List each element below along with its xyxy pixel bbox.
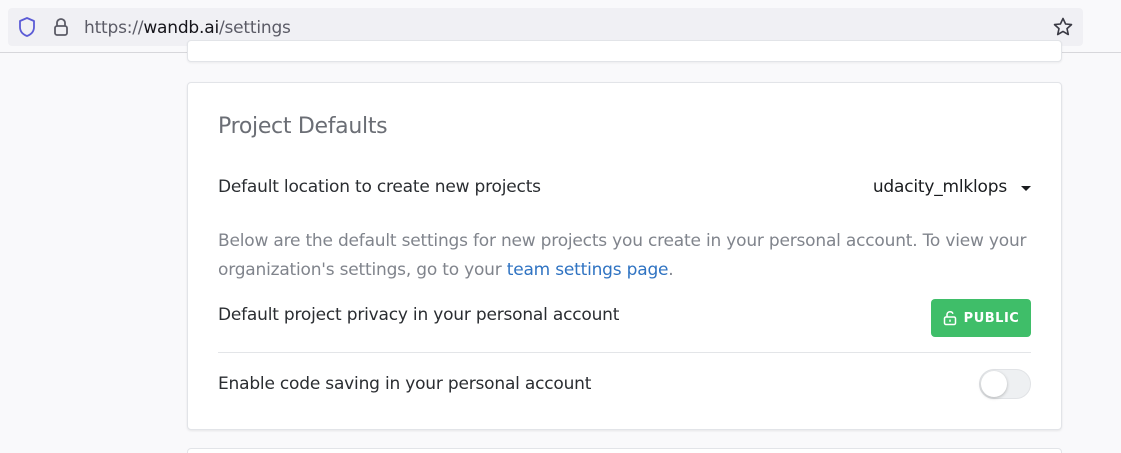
url-path: /settings — [218, 18, 291, 38]
privacy-public-button[interactable]: PUBLIC — [931, 299, 1031, 337]
caret-down-icon — [1021, 185, 1031, 191]
privacy-button-label: PUBLIC — [963, 310, 1020, 326]
description-end: . — [668, 260, 674, 280]
star-icon[interactable] — [1052, 16, 1074, 38]
url-prefix: https:// — [84, 18, 144, 38]
project-defaults-card: Project Defaults Default location to cre… — [187, 82, 1062, 430]
privacy-label: Default project privacy in your personal… — [218, 305, 620, 325]
default-location-dropdown[interactable]: udacity_mlklops — [873, 177, 1031, 197]
lock-icon[interactable] — [51, 16, 71, 38]
default-location-value: udacity_mlklops — [872, 177, 1007, 197]
section-title: Project Defaults — [218, 114, 388, 139]
defaults-description: Below are the default settings for new p… — [218, 227, 1038, 285]
url-text[interactable]: https://wandb.ai/settings — [84, 17, 291, 39]
code-saving-label: Enable code saving in your personal acco… — [218, 374, 592, 394]
previous-settings-card — [187, 40, 1062, 62]
shield-icon[interactable] — [17, 16, 37, 38]
next-settings-card — [187, 448, 1062, 453]
url-host: wandb.ai — [143, 18, 219, 38]
toggle-knob — [981, 371, 1007, 397]
team-settings-link[interactable]: team settings page — [507, 260, 669, 280]
code-saving-toggle[interactable] — [979, 369, 1031, 399]
row-divider — [218, 352, 1031, 353]
unlock-icon — [943, 311, 956, 326]
default-location-label: Default location to create new projects — [218, 177, 541, 197]
